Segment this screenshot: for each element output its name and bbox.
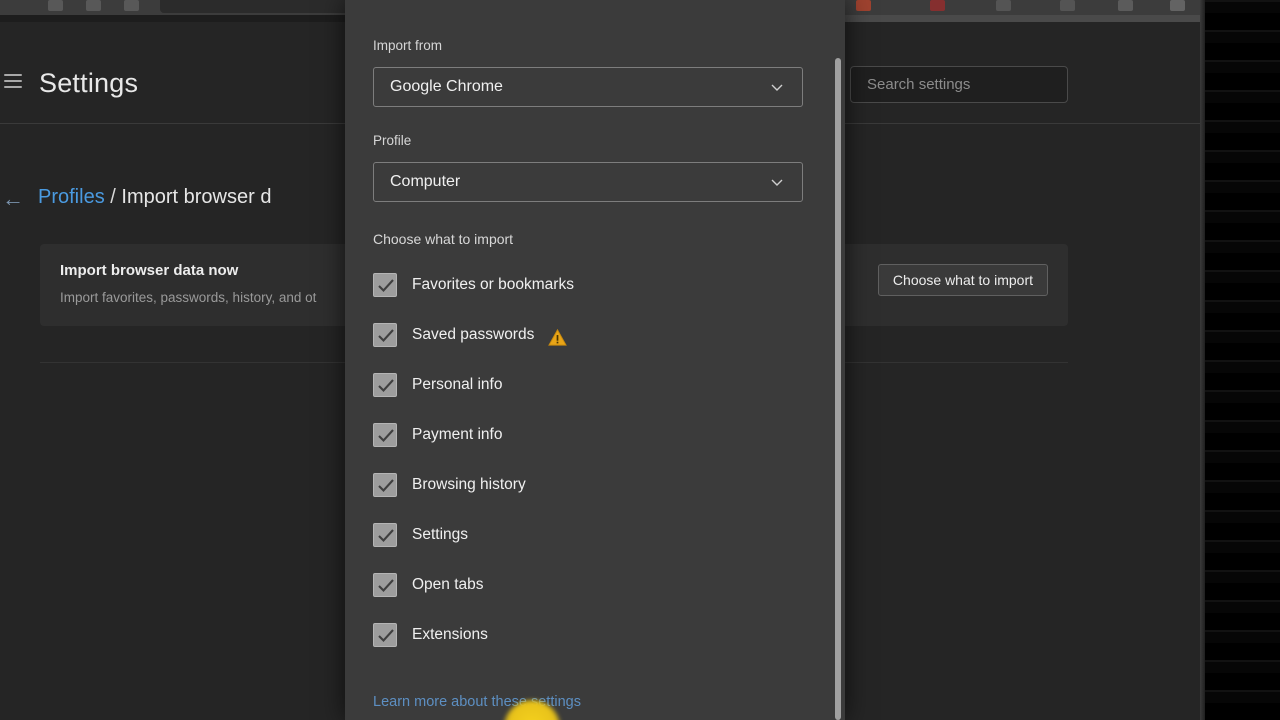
checkbox-checked-icon[interactable] xyxy=(373,573,397,597)
back-arrow-icon[interactable]: ← xyxy=(2,188,24,210)
desktop-background xyxy=(1205,0,1280,720)
dialog-scrollbar[interactable] xyxy=(831,0,845,720)
checkbox-label: Personal info xyxy=(412,376,503,393)
warning-triangle-icon xyxy=(548,328,568,347)
card-title: Import browser data now xyxy=(60,262,239,279)
settings-more-icon[interactable] xyxy=(1060,0,1075,11)
choose-what-to-import-label: Choose what to import xyxy=(373,231,514,247)
checkbox-row-saved-passwords[interactable]: Saved passwords xyxy=(373,322,813,348)
checkbox-label: Favorites or bookmarks xyxy=(412,276,574,293)
search-placeholder: Search settings xyxy=(867,76,971,93)
checkbox-row-browsing-history[interactable]: Browsing history xyxy=(373,472,813,498)
checkbox-label: Settings xyxy=(412,526,469,543)
choose-what-to-import-button[interactable]: Choose what to import xyxy=(877,264,1048,296)
import-dialog: Import from Google Chrome Profile Comput… xyxy=(345,0,845,720)
screen-root: Settings Search settings ← Profiles / Im… xyxy=(0,0,1280,720)
checkbox-row-favorites[interactable]: Favorites or bookmarks xyxy=(373,272,813,298)
checkbox-row-personal-info[interactable]: Personal info xyxy=(373,372,813,398)
checkbox-label: Browsing history xyxy=(412,476,526,493)
profile-label: Profile xyxy=(373,133,412,148)
checkbox-label: Open tabs xyxy=(412,576,484,593)
checkbox-checked-icon[interactable] xyxy=(373,523,397,547)
checkbox-checked-icon[interactable] xyxy=(373,473,397,497)
import-from-select[interactable]: Google Chrome xyxy=(373,67,803,107)
checkbox-checked-icon[interactable] xyxy=(373,423,397,447)
checkbox-checked-icon[interactable] xyxy=(373,373,397,397)
minimize-icon[interactable] xyxy=(1118,0,1133,11)
chevron-down-icon xyxy=(770,175,784,189)
breadcrumb-separator: / xyxy=(110,186,116,208)
checkbox-checked-icon[interactable] xyxy=(373,273,397,297)
browser-essentials-icon[interactable] xyxy=(856,0,871,11)
checkbox-row-open-tabs[interactable]: Open tabs xyxy=(373,572,813,598)
import-from-value: Google Chrome xyxy=(390,78,503,95)
checkbox-label: Payment info xyxy=(412,426,503,443)
import-from-label: Import from xyxy=(373,38,443,53)
checkbox-label: Saved passwords xyxy=(412,326,535,343)
refresh-icon[interactable] xyxy=(124,0,139,11)
breadcrumb-current: Import browser d xyxy=(121,186,272,208)
search-input[interactable]: Search settings xyxy=(850,66,1068,103)
checkbox-label: Extensions xyxy=(412,626,488,643)
close-icon[interactable] xyxy=(1170,0,1185,11)
checkbox-row-settings[interactable]: Settings xyxy=(373,522,813,548)
breadcrumb: Profiles / Import browser d xyxy=(38,186,271,209)
checkbox-row-extensions[interactable]: Extensions xyxy=(373,622,813,648)
card-subtitle: Import favorites, passwords, history, an… xyxy=(60,290,317,305)
profile-value: Computer xyxy=(390,173,461,190)
checkbox-checked-icon[interactable] xyxy=(373,623,397,647)
page-title: Settings xyxy=(39,68,139,98)
hamburger-icon[interactable] xyxy=(4,74,22,88)
back-icon[interactable] xyxy=(48,0,63,11)
profile-icon[interactable] xyxy=(996,0,1011,11)
copilot-icon[interactable] xyxy=(930,0,945,11)
profile-select[interactable]: Computer xyxy=(373,162,803,202)
scrollbar-thumb[interactable] xyxy=(835,58,841,720)
chevron-down-icon xyxy=(770,80,784,94)
forward-icon[interactable] xyxy=(86,0,101,11)
checkbox-row-payment-info[interactable]: Payment info xyxy=(373,422,813,448)
breadcrumb-profiles-link[interactable]: Profiles xyxy=(38,186,105,208)
checkbox-checked-icon[interactable] xyxy=(373,323,397,347)
